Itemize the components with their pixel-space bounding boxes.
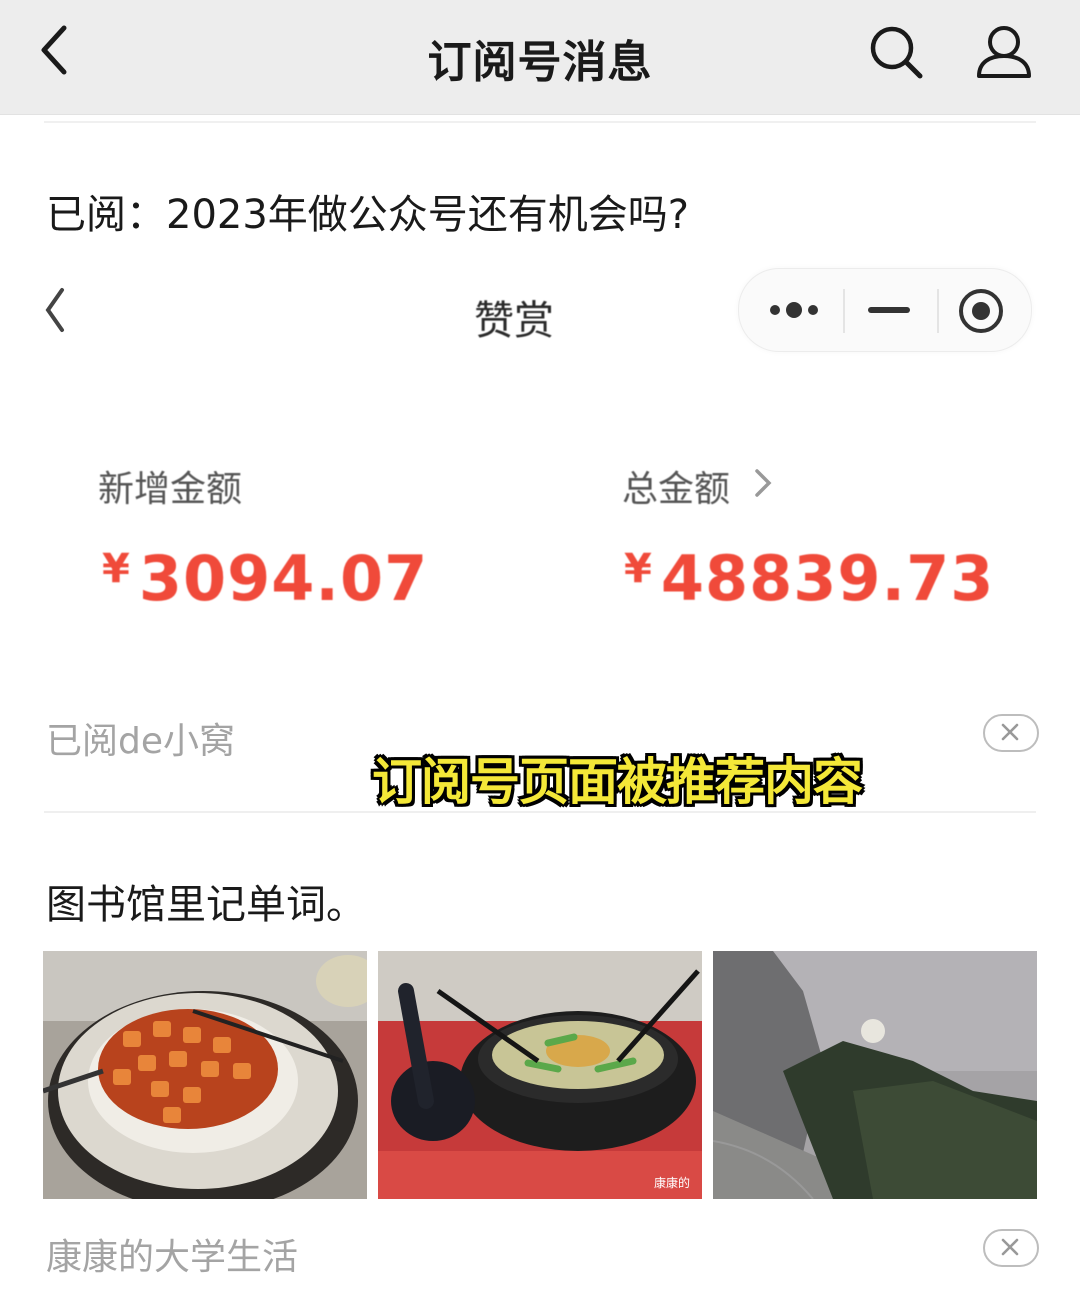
close-icon	[1001, 1238, 1019, 1256]
cloudy-sky-hill-photo[interactable]	[713, 951, 1037, 1199]
amount-number: 3094.07	[138, 542, 429, 615]
divider	[44, 811, 1036, 813]
article-cover-screenshot[interactable]: 赞赏 新增金额 总金额 ¥3094.07 ¥48839.73	[44, 262, 1036, 682]
close-icon	[1001, 723, 1019, 741]
article-title[interactable]: 已阅：2023年做公众号还有机会吗?	[46, 182, 689, 240]
noodle-bowl-photo[interactable]: 康康的	[378, 951, 702, 1199]
photo-watermark: 康康的	[654, 1175, 690, 1190]
new-amount-value: ¥3094.07	[102, 542, 428, 615]
amount-number: 48839.73	[660, 542, 995, 615]
capsule-divider	[843, 289, 845, 333]
dismiss-button[interactable]	[983, 714, 1039, 752]
total-amount-label: 总金额	[622, 469, 731, 510]
person-icon	[977, 26, 1031, 78]
search-icon	[870, 26, 923, 79]
account-name[interactable]: 康康的大学生活	[46, 1228, 298, 1280]
divider	[44, 121, 1036, 123]
video-caption-overlay: 订阅号页面被推荐内容	[372, 753, 863, 811]
miniprogram-capsule	[738, 268, 1032, 352]
capsule-divider	[937, 289, 939, 333]
top-nav-bar: 订阅号消息	[0, 0, 1080, 115]
chevron-right-icon	[755, 469, 772, 497]
total-amount-value: ¥48839.73	[624, 542, 994, 615]
account-name[interactable]: 已阅de小窝	[46, 712, 235, 764]
new-amount-label: 新增金额	[98, 469, 243, 510]
target-close-icon	[959, 289, 1003, 333]
profile-button[interactable]	[974, 22, 1034, 82]
currency-symbol: ¥	[102, 546, 131, 592]
minimize-icon	[868, 307, 910, 313]
dismiss-button[interactable]	[983, 1229, 1039, 1267]
more-dots-icon	[770, 302, 818, 318]
mapo-tofu-rice-photo[interactable]	[43, 951, 367, 1199]
search-button[interactable]	[868, 24, 924, 80]
article-title[interactable]: 图书馆里记单词。	[46, 872, 366, 930]
currency-symbol: ¥	[624, 546, 653, 592]
